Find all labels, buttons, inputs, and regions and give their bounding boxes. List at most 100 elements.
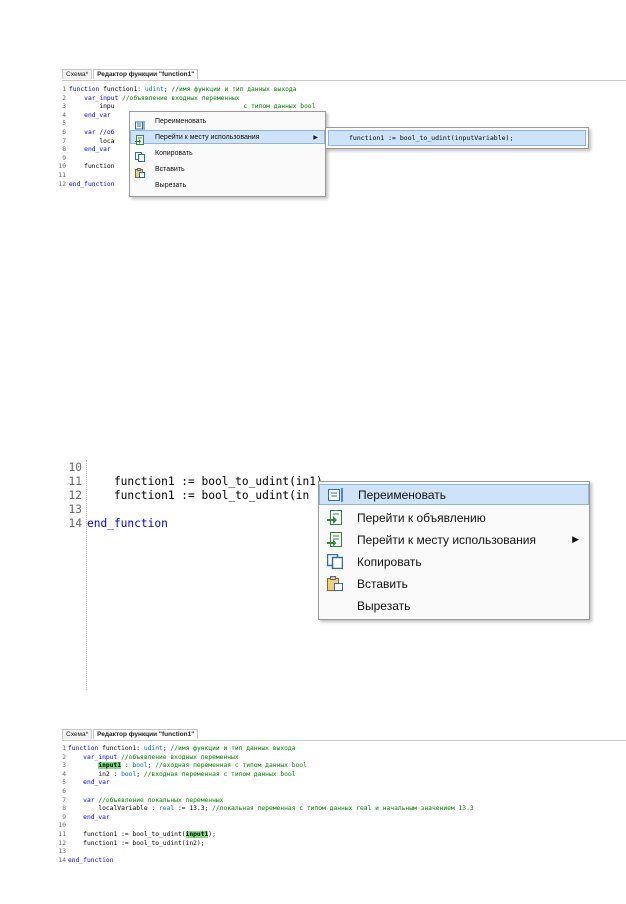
code-token: //входная переменная с типом данных bool — [155, 762, 307, 770]
code-line: 12 function1 := bool_to_udint(in — [58, 489, 310, 503]
code-token: function — [68, 745, 99, 752]
line-number: 13 — [58, 848, 66, 856]
line-number: 1 — [62, 86, 66, 93]
line-number: 8 — [62, 146, 66, 154]
code-line: 12 end_function — [56, 181, 114, 190]
menu-item-label: Переименовать — [358, 487, 446, 502]
line-number: 11 — [68, 475, 82, 488]
menu-item-rename[interactable]: Переименовать — [319, 484, 589, 505]
code-token: bool — [132, 762, 148, 770]
menu-item-rename[interactable]: Переименовать — [130, 115, 325, 130]
highlighted-identifier: input1 — [98, 762, 122, 770]
code-token: bool — [121, 770, 137, 778]
code-token: in2 : — [68, 770, 122, 778]
code-token: loca — [69, 137, 115, 145]
paste-icon — [327, 576, 343, 591]
menu-item-copy[interactable]: Копировать — [130, 147, 325, 162]
menu-item-go-to-usage[interactable]: Перейти к месту использования ▶ — [319, 529, 589, 550]
line-number: 10 — [68, 461, 82, 474]
code-line: 13 — [58, 503, 87, 517]
menu-item-go-to-usage[interactable]: Перейти к месту использования ▶ — [130, 130, 325, 145]
tab-function-editor[interactable]: Редактор функции "function1" — [93, 729, 199, 739]
code-line: 2 var_input //объявление входных перемен… — [56, 753, 239, 763]
line-number: 6 — [62, 129, 66, 136]
rename-icon — [135, 117, 145, 130]
tab-scheme[interactable]: Схема* — [62, 69, 93, 79]
code-line: 10 — [58, 461, 87, 475]
menu-item-cut[interactable]: Вырезать — [130, 179, 325, 192]
code-token: //объявление входных переменных — [121, 753, 239, 761]
tab-divider — [62, 740, 626, 741]
code-line: 14 end_function — [58, 517, 168, 531]
line-number: 9 — [62, 813, 66, 821]
code-token: function1: — [99, 86, 145, 93]
usage-reference: function1 := bool_to_udint(inputVariable… — [349, 134, 514, 142]
line-number: 13 — [68, 503, 82, 516]
menu-item-paste[interactable]: Вставить — [319, 573, 589, 594]
menu-item-label: Вставить — [155, 166, 185, 173]
highlighted-identifier: input1 — [185, 831, 209, 838]
menu-item-go-to-declaration[interactable]: Перейти к объявлению — [319, 507, 589, 528]
code-token: localVariable : — [68, 805, 159, 813]
menu-item-cut[interactable]: Вырезать — [319, 595, 589, 616]
line-number: 6 — [62, 788, 66, 795]
code-line: 5 — [56, 120, 69, 129]
code-token: function1 := bool_to_udint(in2); — [68, 839, 205, 847]
code-token: := 13.3; — [174, 805, 213, 813]
usage-submenu-item[interactable]: function1 := bool_to_udint(inputVariable… — [328, 130, 586, 146]
line-number: 11 — [58, 172, 66, 179]
code-token: end_function — [87, 517, 168, 530]
line-number: 12 — [58, 839, 66, 847]
code-line: 9 — [56, 155, 69, 164]
tab-function-editor[interactable]: Редактор функции "function1" — [93, 69, 199, 79]
line-number: 2 — [62, 753, 66, 761]
go-to-usage-icon — [135, 132, 145, 145]
line-number: 10 — [58, 163, 66, 171]
context-menu: Переименовать Перейти к месту использова… — [129, 111, 326, 197]
code-line: 11 — [56, 172, 69, 181]
code-line: 4 end_var — [56, 112, 111, 121]
code-token: function1: — [98, 745, 144, 752]
line-number: 1 — [62, 745, 66, 752]
rename-icon — [328, 487, 344, 502]
menu-item-label: Перейти к объявлению — [357, 510, 486, 525]
menu-item-label: Копировать — [155, 150, 193, 157]
line-number: 5 — [62, 120, 66, 128]
go-to-declaration-icon — [327, 510, 343, 525]
line-number: 7 — [62, 137, 66, 145]
line-number: 3 — [62, 762, 66, 770]
copy-icon — [135, 149, 145, 162]
go-to-usage-icon — [327, 532, 343, 547]
code-token: function1 := bool_to_udint(in1) — [87, 475, 323, 488]
code-token: udint — [144, 86, 164, 93]
submenu-arrow-icon: ▶ — [313, 135, 318, 141]
line-number: 2 — [62, 94, 66, 102]
menu-item-label: Вставить — [357, 576, 408, 591]
code-token: var — [68, 796, 99, 804]
code-line: 10 function — [56, 163, 114, 172]
menu-item-copy[interactable]: Копировать — [319, 551, 589, 572]
code-line: 5 end_var — [56, 779, 110, 788]
line-number: 3 — [62, 103, 66, 111]
code-token: end_var — [69, 111, 111, 119]
tab-scheme[interactable]: Схема* — [62, 729, 93, 739]
line-number: 9 — [62, 154, 66, 162]
menu-item-label: Переименовать — [155, 118, 207, 125]
code-token: function1 := bool_to_udint( — [68, 831, 186, 838]
code-token: real — [159, 805, 175, 813]
editor-tabs: Схема* Редактор функции "function1" — [62, 729, 199, 739]
code-line: 9 end_var — [56, 814, 110, 823]
line-number: 14 — [68, 517, 82, 530]
menu-item-label: Вырезать — [357, 598, 411, 613]
code-token: ; — [136, 770, 144, 778]
menu-item-paste[interactable]: Вставить — [130, 163, 325, 178]
usage-submenu: function1 := bool_to_udint(inputVariable… — [325, 127, 589, 149]
code-line: 3 input1 : bool; //входная переменная с … — [56, 762, 307, 771]
line-number: 4 — [62, 770, 66, 778]
line-number: 14 — [58, 856, 66, 864]
line-number: 4 — [62, 111, 66, 119]
menu-item-label: Перейти к месту использования — [155, 133, 260, 141]
code-token: end_var — [69, 146, 111, 154]
code-line: 10 — [56, 822, 68, 831]
line-number: 10 — [58, 822, 66, 830]
